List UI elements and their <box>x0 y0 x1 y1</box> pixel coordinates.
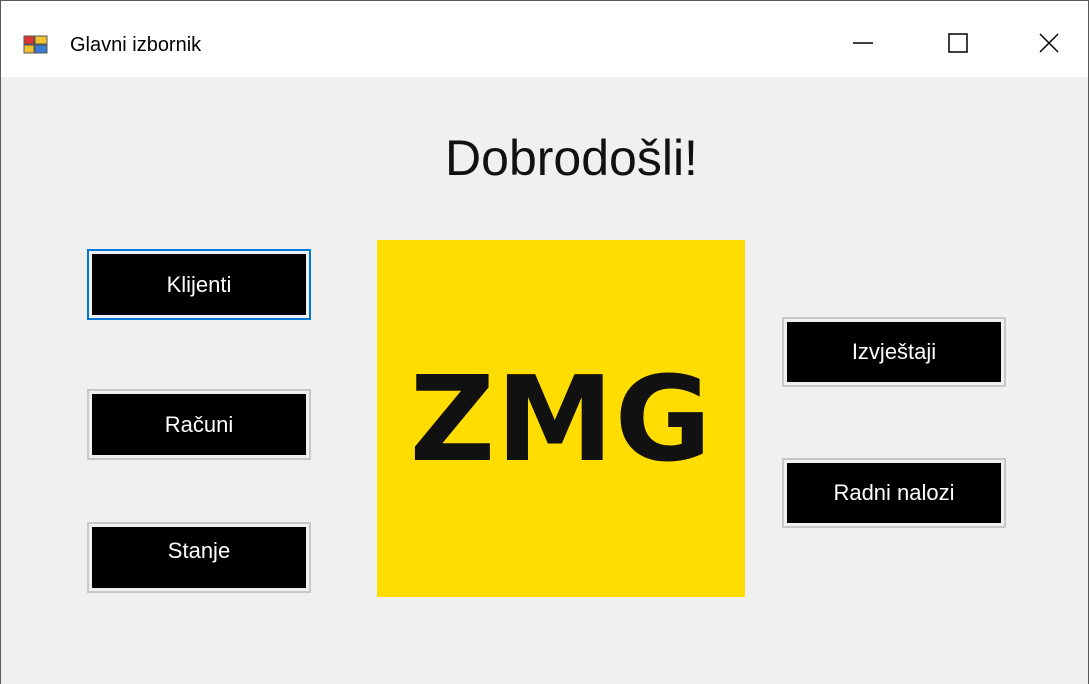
welcome-heading: Dobrodošli! <box>445 130 698 186</box>
app-window: Glavni izbornik Dobrodošli! ZMG Klijenti… <box>0 0 1089 684</box>
racuni-button[interactable]: Računi <box>87 389 311 460</box>
stanje-label: Stanje <box>92 527 306 588</box>
minimize-icon <box>853 42 873 44</box>
klijenti-label: Klijenti <box>92 254 306 315</box>
maximize-button[interactable] <box>926 13 990 73</box>
minimize-button[interactable] <box>831 13 895 73</box>
zmg-logo: ZMG <box>377 240 745 597</box>
radni-nalozi-label: Radni nalozi <box>787 463 1001 523</box>
izvjestaji-label: Izvještaji <box>787 322 1001 382</box>
radni-nalozi-button[interactable]: Radni nalozi <box>782 458 1006 528</box>
app-icon <box>23 34 49 56</box>
stanje-button[interactable]: Stanje <box>87 522 311 593</box>
klijenti-button[interactable]: Klijenti <box>87 249 311 320</box>
izvjestaji-button[interactable]: Izvještaji <box>782 317 1006 387</box>
logo-text: ZMG <box>409 349 713 488</box>
maximize-icon <box>948 33 968 53</box>
racuni-label: Računi <box>92 394 306 455</box>
close-button[interactable] <box>1017 13 1081 73</box>
close-icon <box>1039 33 1059 53</box>
window-title: Glavni izbornik <box>70 34 202 56</box>
title-bar[interactable]: Glavni izbornik <box>1 1 1088 77</box>
